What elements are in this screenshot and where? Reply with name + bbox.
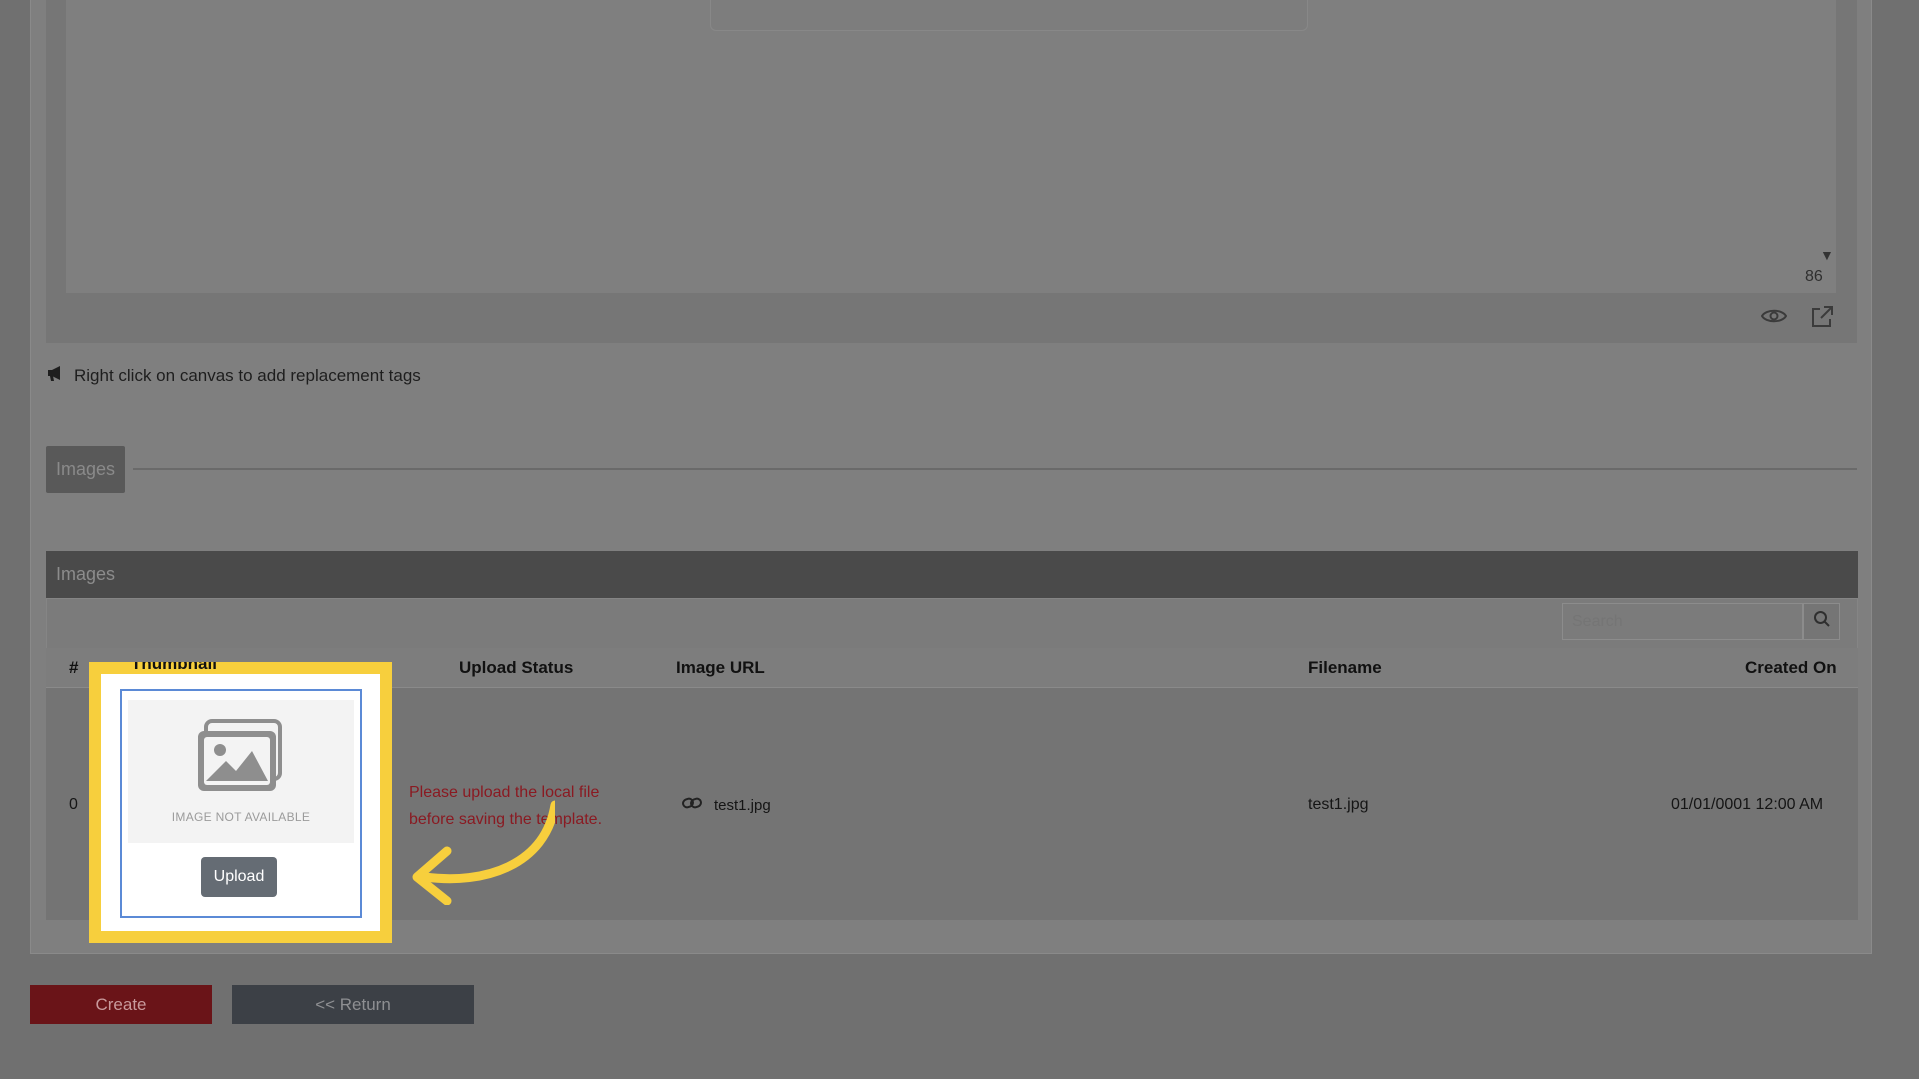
images-section-tab[interactable]: Images bbox=[46, 446, 125, 493]
row-index: 0 bbox=[69, 796, 78, 813]
image-url-link[interactable]: test1.jpg bbox=[714, 797, 771, 814]
column-header-thumbnail: Thumbnail bbox=[131, 662, 217, 673]
create-button[interactable]: Create bbox=[30, 985, 212, 1024]
created-on-cell: 01/01/0001 12:00 AM bbox=[1671, 796, 1824, 813]
open-external-icon[interactable] bbox=[1810, 305, 1834, 334]
megaphone-icon bbox=[46, 364, 64, 387]
return-button[interactable]: << Return bbox=[232, 985, 474, 1024]
link-icon[interactable] bbox=[682, 796, 702, 815]
panel-title: Images bbox=[56, 564, 116, 584]
images-panel-header: Images bbox=[46, 551, 1858, 598]
column-header-index: # bbox=[69, 658, 79, 677]
image-placeholder-icon bbox=[196, 719, 286, 800]
preview-eye-icon[interactable] bbox=[1760, 307, 1788, 330]
search-button[interactable] bbox=[1803, 603, 1840, 640]
search-icon bbox=[1813, 610, 1831, 633]
canvas-content-box bbox=[710, 0, 1308, 31]
section-divider bbox=[133, 468, 1857, 470]
upload-button[interactable]: Upload bbox=[201, 857, 277, 897]
filename-cell: test1.jpg bbox=[1308, 796, 1369, 813]
column-header-upload-status[interactable]: Upload Status bbox=[459, 658, 573, 678]
scroll-down-icon[interactable]: ▼ bbox=[1820, 247, 1834, 263]
image-not-available-text: IMAGE NOT AVAILABLE bbox=[171, 810, 311, 824]
column-header-filename[interactable]: Filename bbox=[1308, 658, 1382, 678]
pointer-arrow-icon bbox=[405, 795, 560, 910]
line-count: 86 bbox=[1805, 268, 1823, 285]
editor-canvas[interactable] bbox=[66, 0, 1836, 293]
hint-text: Right click on canvas to add replacement… bbox=[74, 365, 421, 385]
replacement-tags-hint: Right click on canvas to add replacement… bbox=[46, 364, 421, 387]
column-header-image-url[interactable]: Image URL bbox=[676, 658, 765, 678]
search-input[interactable] bbox=[1562, 603, 1803, 640]
column-header-created-on[interactable]: Created On bbox=[1745, 658, 1837, 678]
